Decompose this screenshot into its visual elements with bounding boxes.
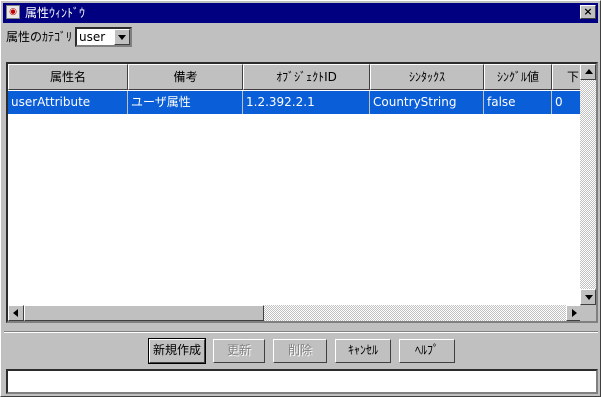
cell-note: ユーザ属性 xyxy=(128,91,243,114)
divider xyxy=(4,331,598,333)
attribute-window: ◉ 属性ｳｨﾝﾄﾞｳ × 属性のｶﾃｺﾞﾘ user 属性名 備考 ｵﾌﾞｼﾞｪ… xyxy=(0,0,601,397)
cell-object-id: 1.2.392.2.1 xyxy=(243,91,370,114)
vertical-scroll-track[interactable] xyxy=(580,80,596,289)
window-title: 属性ｳｨﾝﾄﾞｳ xyxy=(25,6,86,20)
chevron-down-icon[interactable] xyxy=(114,29,130,45)
column-header-attribute-name[interactable]: 属性名 xyxy=(8,64,128,90)
app-icon: ◉ xyxy=(6,5,20,19)
category-label: 属性のｶﾃｺﾞﾘ xyxy=(6,30,73,44)
horizontal-scroll-thumb[interactable] xyxy=(24,305,264,321)
column-header-syntax[interactable]: ｼﾝﾀｯｸｽ xyxy=(370,64,484,90)
delete-button[interactable]: 削除 xyxy=(273,339,327,363)
close-button[interactable]: × xyxy=(580,5,596,19)
scroll-up-icon[interactable] xyxy=(580,64,596,80)
column-header-note[interactable]: 備考 xyxy=(128,64,243,90)
vertical-scrollbar[interactable] xyxy=(580,64,596,305)
horizontal-scrollbar[interactable] xyxy=(8,305,582,321)
title-bar[interactable]: ◉ 属性ｳｨﾝﾄﾞｳ × xyxy=(3,3,598,23)
cell-lower: 0 xyxy=(555,95,563,109)
help-button[interactable]: ﾍﾙﾌﾟ xyxy=(399,339,455,363)
cell-single-value: false xyxy=(484,91,552,114)
cancel-button[interactable]: ｷｬﾝｾﾙ xyxy=(335,339,391,363)
attribute-table: 属性名 備考 ｵﾌﾞｼﾞｪｸﾄID ｼﾝﾀｯｸｽ ｼﾝｸﾞﾙ値 下 userAt… xyxy=(6,62,598,323)
column-header-single-value[interactable]: ｼﾝｸﾞﾙ値 xyxy=(484,64,552,90)
cell-attribute-name: userAttribute xyxy=(8,91,128,114)
category-select[interactable]: user xyxy=(75,27,132,47)
scroll-corner xyxy=(580,305,596,321)
update-button[interactable]: 更新 xyxy=(213,339,265,363)
column-header-object-id[interactable]: ｵﾌﾞｼﾞｪｸﾄID xyxy=(243,64,370,90)
table-row[interactable]: userAttribute ユーザ属性 1.2.392.2.1 CountryS… xyxy=(8,91,582,114)
scroll-left-icon[interactable] xyxy=(8,305,24,321)
table-header: 属性名 備考 ｵﾌﾞｼﾞｪｸﾄID ｼﾝﾀｯｸｽ ｼﾝｸﾞﾙ値 下 xyxy=(8,64,592,90)
create-button[interactable]: 新規作成 xyxy=(148,338,206,364)
category-select-value: user xyxy=(79,30,106,44)
status-field xyxy=(6,369,598,394)
scroll-down-icon[interactable] xyxy=(580,289,596,305)
cell-syntax: CountryString xyxy=(370,91,484,114)
